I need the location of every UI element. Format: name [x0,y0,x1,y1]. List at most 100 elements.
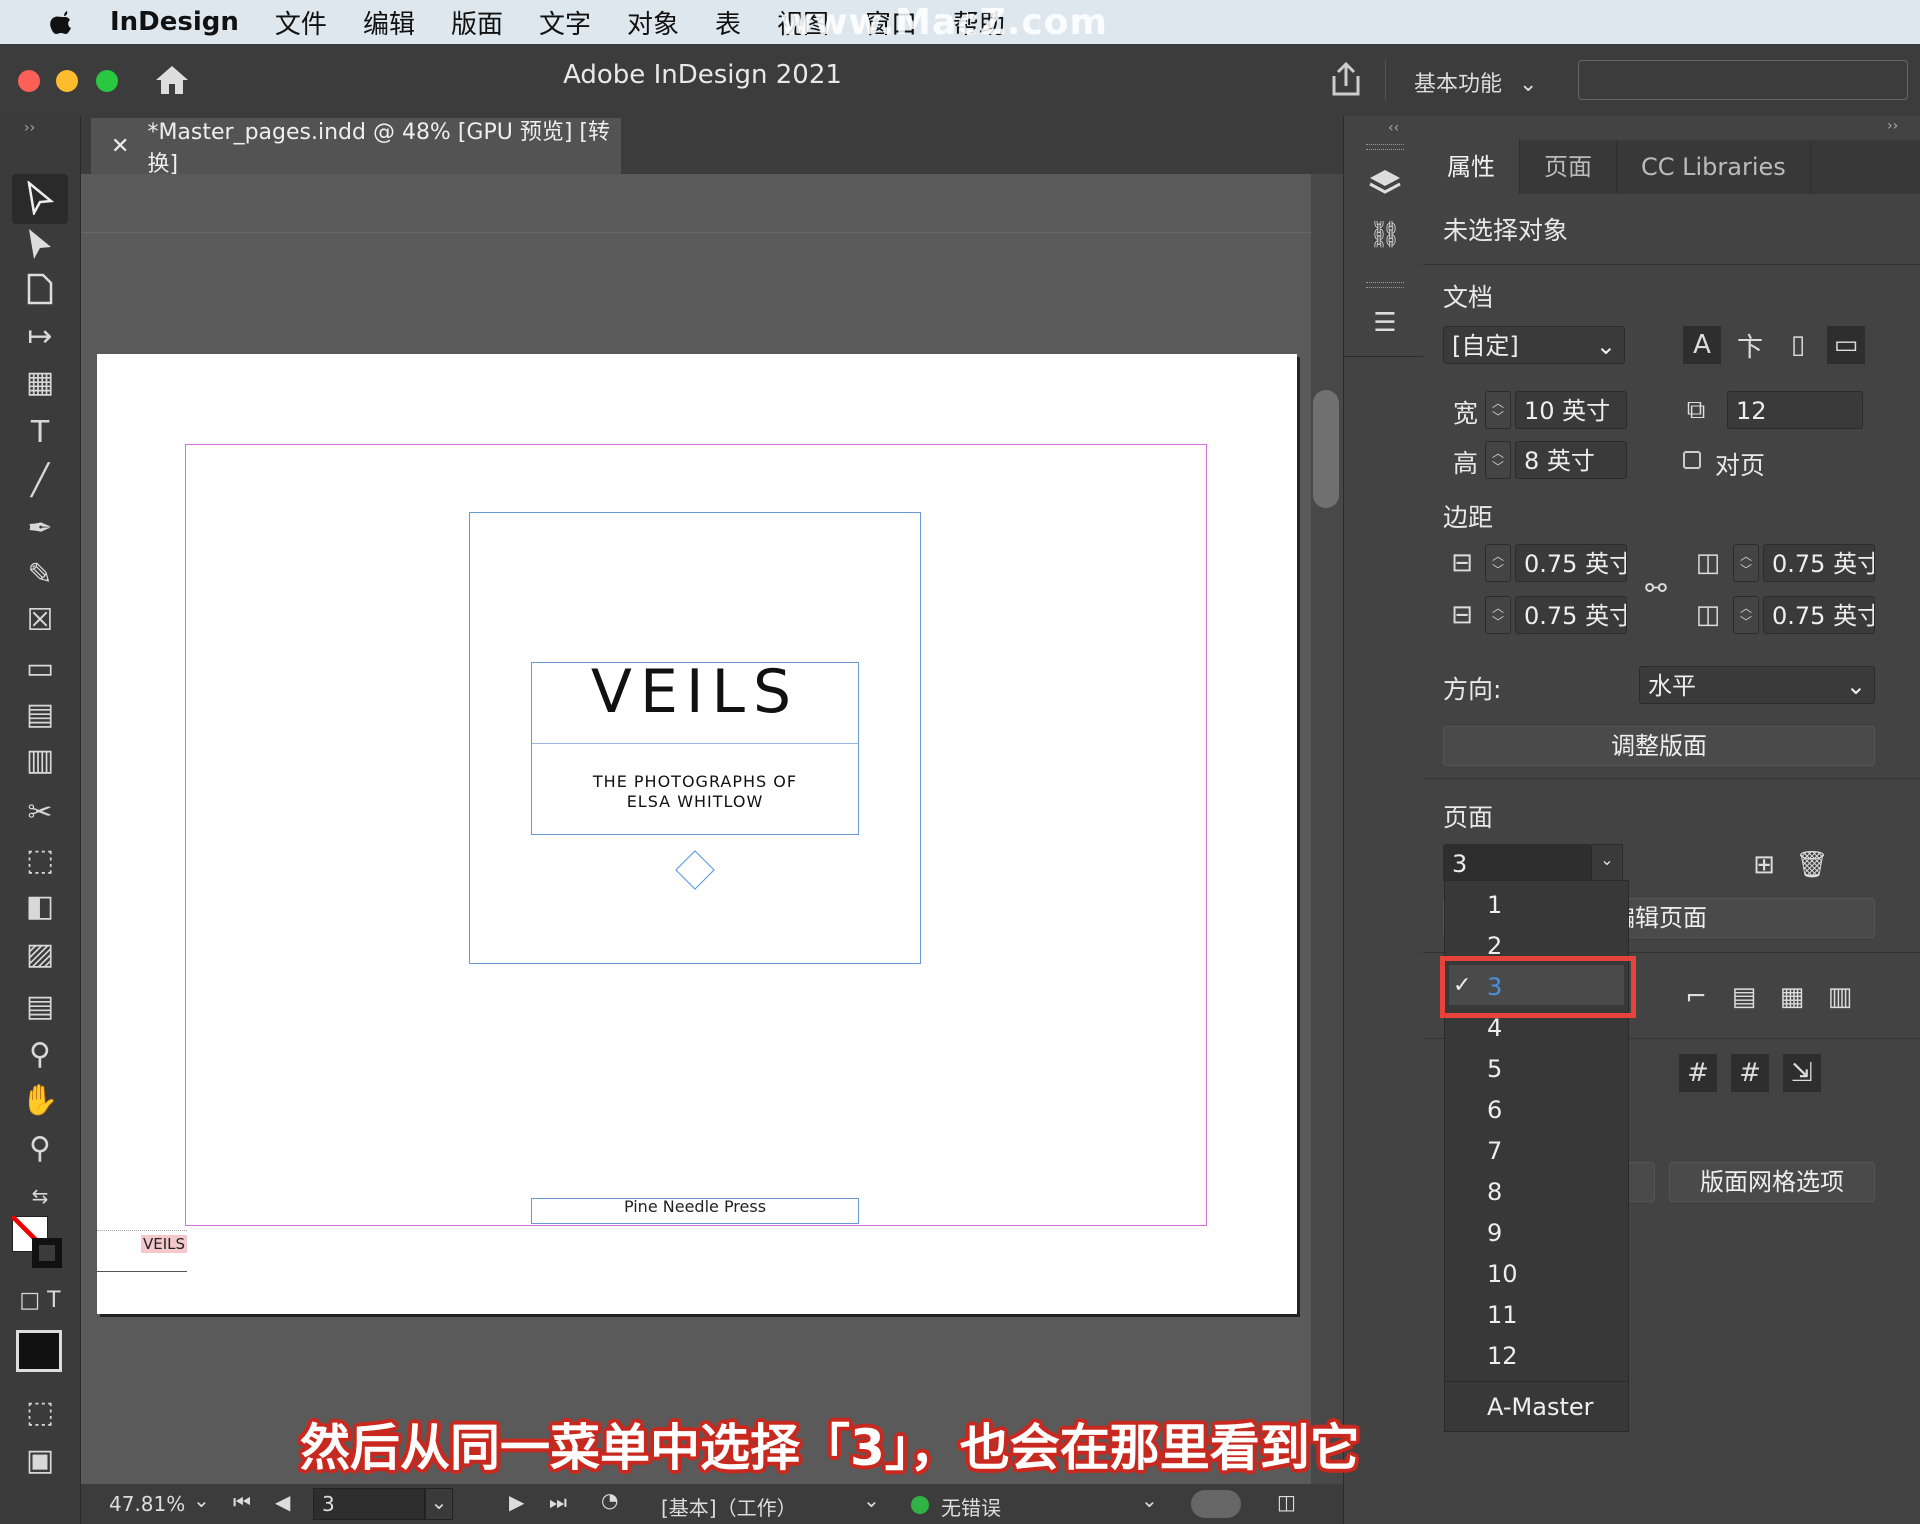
slug-frame[interactable]: VEILS [97,1230,188,1272]
tab-properties[interactable]: 属性 [1423,140,1520,194]
menu-object[interactable]: 对象 [627,4,679,41]
preflight-icon[interactable]: ◔ [601,1488,618,1512]
dropdown-option-4[interactable]: 4 [1487,1014,1502,1042]
close-tab-icon[interactable]: ✕ [111,134,129,159]
pencil-tool-icon[interactable]: ✎ [18,554,62,594]
tab-pages[interactable]: 页面 [1520,140,1617,194]
workspace-switcher[interactable]: 基本功能 ⌄ [1414,66,1537,98]
table-tool-icon[interactable]: ▤ [18,694,62,734]
document-page[interactable]: VEILS THE PHOTOGRAPHS OF ELSA WHITLOW Pi… [97,354,1297,1314]
horizontal-scroll-thumb[interactable] [1191,1490,1241,1518]
dropdown-option-12[interactable]: 12 [1487,1342,1518,1370]
page-tool-icon[interactable] [18,270,62,310]
dropdown-option-8[interactable]: 8 [1487,1178,1502,1206]
gap-tool-icon[interactable]: ↦ [18,316,62,356]
baseline-grid-icon[interactable]: ▤ [1725,978,1763,1016]
smart-guides-icon[interactable]: # [1679,1054,1717,1092]
scrollbar-thumb[interactable] [1313,390,1339,508]
page-dropdown-icon[interactable]: ⌄ [425,1488,453,1520]
dropdown-option-6[interactable]: 6 [1487,1096,1502,1124]
dropdown-option-10[interactable]: 10 [1487,1260,1518,1288]
vertical-text-icon[interactable]: 卞 [1731,326,1769,364]
vertical-scrollbar[interactable] [1311,174,1343,1484]
swap-fill-stroke-icon[interactable]: ⇆ [18,1176,62,1216]
adjust-layout-button[interactable]: 调整版面 [1443,726,1875,766]
hand-tool-icon[interactable]: ✋ [18,1080,62,1120]
add-page-icon[interactable]: ⊞ [1745,846,1783,884]
width-stepper[interactable]: ︿ ﹀ [1485,391,1511,429]
links-icon[interactable]: ⛓ [1366,216,1404,254]
formatting-container-icon[interactable]: □ T [18,1280,62,1320]
margin-top-stepper[interactable]: ︿ ﹀ [1485,544,1511,582]
zoom-tool-icon[interactable]: ⚲ [18,1128,62,1168]
preflight-profile[interactable]: [基本]（工作） [661,1492,797,1521]
direct-selection-tool-icon[interactable] [18,224,62,264]
delete-page-icon[interactable]: 🗑 [1793,846,1831,884]
margin-left-field[interactable]: 0.75 英寸 [1763,544,1875,582]
errors-dropdown-icon[interactable]: ⌄ [1141,1488,1158,1512]
unlink-margins-icon[interactable]: ⚯ [1637,570,1675,608]
previous-page-icon[interactable]: ◀ [275,1490,290,1514]
document-grid-icon[interactable]: ▦ [1773,978,1811,1016]
menu-edit[interactable]: 编辑 [363,4,415,41]
profile-dropdown-icon[interactable]: ⌄ [863,1488,880,1512]
preview-mode-icon[interactable]: ▣ [18,1440,62,1480]
pages-count-field[interactable]: 12 [1727,391,1863,429]
first-page-icon[interactable]: ⏮ [233,1490,251,1514]
landscape-orientation-icon[interactable]: ▭ [1827,326,1865,364]
portrait-orientation-icon[interactable]: ▯ [1779,326,1817,364]
dropdown-option-9[interactable]: 9 [1487,1219,1502,1247]
rectangle-tool-icon[interactable]: ▭ [18,648,62,688]
line-tool-icon[interactable]: ╱ [18,460,62,500]
search-input[interactable] [1578,60,1908,100]
page-number-field[interactable]: 3 [313,1488,425,1520]
rectangle-frame-tool-icon[interactable]: ☒ [18,600,62,640]
collapse-toolbar-icon[interactable]: ›› [24,120,35,136]
width-field[interactable]: 10 英寸 [1515,391,1627,429]
menu-table[interactable]: 表 [715,4,741,41]
margin-left-stepper[interactable]: ︿ ﹀ [1733,544,1759,582]
pen-tool-icon[interactable]: ✒ [18,508,62,548]
menu-layout[interactable]: 版面 [451,4,503,41]
layout-grid-icon[interactable]: ▥ [1821,978,1859,1016]
dropdown-option-a-master[interactable]: A-Master [1487,1393,1594,1421]
fill-stroke-swatch[interactable] [12,1216,68,1272]
type-tool-icon[interactable]: T [18,412,62,452]
split-view-icon[interactable]: ◫ [1277,1490,1296,1514]
layout-grid-options-button[interactable]: 版面网格选项 [1669,1162,1875,1202]
free-transform-tool-icon[interactable]: ⬚ [18,840,62,880]
zoom-level[interactable]: 47.81% [109,1492,185,1516]
grid-tool-icon[interactable]: ▥ [18,740,62,780]
zoom-dropdown-icon[interactable]: ⌄ [193,1488,210,1512]
text-wrap-icon[interactable]: ☰ [1366,304,1404,342]
last-page-icon[interactable]: ⏭ [549,1490,567,1514]
expand-panel-icon[interactable]: ›› [1887,118,1898,134]
current-page-dropdown-icon[interactable]: ⌄ [1591,844,1623,882]
margin-right-stepper[interactable]: ︿ ﹀ [1733,596,1759,634]
current-page-select[interactable]: 3 [1443,844,1591,882]
collapse-dock-icon[interactable]: ‹‹ [1388,120,1399,136]
gradient-feather-tool-icon[interactable]: ▨ [18,934,62,974]
eyedropper-tool-icon[interactable]: ⚲ [18,1034,62,1074]
dropdown-option-11[interactable]: 11 [1487,1301,1518,1329]
title-text-frame[interactable]: VEILS [531,657,859,744]
dropdown-option-1[interactable]: 1 [1487,891,1502,919]
menu-app-name[interactable]: InDesign [110,7,239,37]
dropdown-option-7[interactable]: 7 [1487,1137,1502,1165]
menu-type[interactable]: 文字 [539,4,591,41]
snap-guides-icon[interactable]: ⇲ [1783,1054,1821,1092]
share-icon[interactable] [1328,60,1364,100]
document-preset-select[interactable]: [自定] ⌄ [1443,326,1625,364]
height-field[interactable]: 8 英寸 [1515,441,1627,479]
tab-cc-libraries[interactable]: CC Libraries [1617,140,1811,194]
screen-mode-icon[interactable]: ⬚ [18,1392,62,1432]
scissors-tool-icon[interactable]: ✂ [18,792,62,832]
gradient-swatch-tool-icon[interactable]: ◧ [18,886,62,926]
rulers-icon[interactable]: ⌐ [1677,978,1715,1016]
height-stepper[interactable]: ︿ ﹀ [1485,441,1511,479]
selection-tool-icon[interactable] [18,178,62,218]
margin-top-field[interactable]: 0.75 英寸 [1515,544,1627,582]
margin-bottom-field[interactable]: 0.75 英寸 [1515,596,1627,634]
subtitle-text-frame[interactable]: THE PHOTOGRAPHS OF ELSA WHITLOW [531,742,859,835]
footer-text-frame[interactable]: Pine Needle Press [531,1197,859,1224]
